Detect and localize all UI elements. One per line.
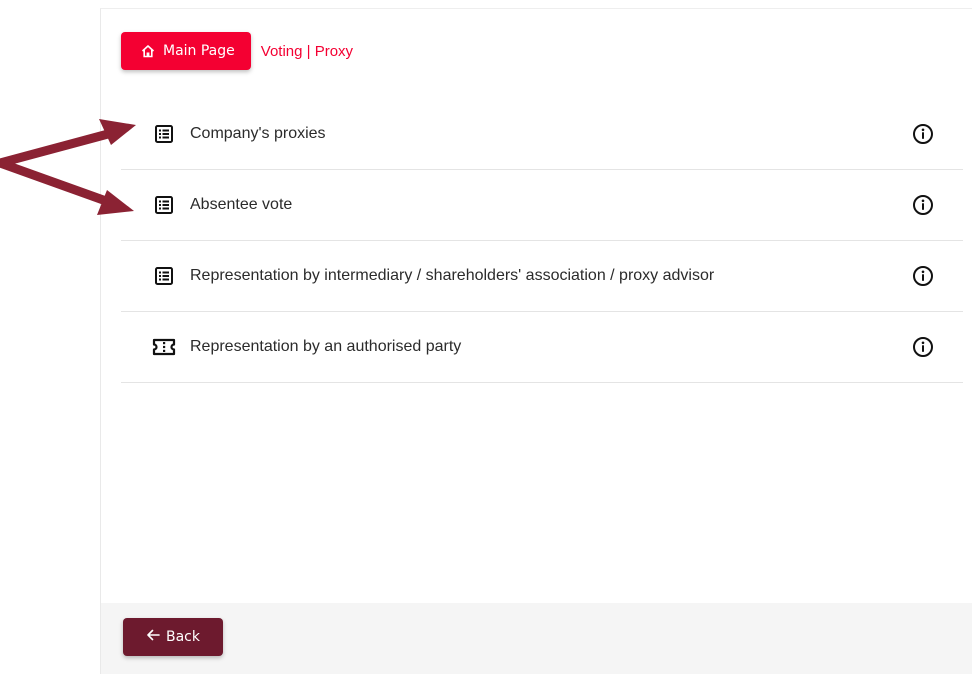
list-item-intermediary-representation[interactable]: Representation by intermediary / shareho… [121, 241, 963, 312]
list-item-label: Representation by intermediary / shareho… [190, 267, 715, 284]
list-icon [152, 193, 176, 217]
info-icon[interactable] [911, 335, 935, 359]
proxy-options-list: Company's proxies Absentee vote Represen… [121, 99, 963, 383]
info-icon[interactable] [911, 122, 935, 146]
list-item-absentee-vote[interactable]: Absentee vote [121, 170, 963, 241]
main-page-button[interactable]: Main Page [121, 32, 251, 70]
info-icon[interactable] [911, 193, 935, 217]
list-icon [152, 264, 176, 288]
home-icon [141, 44, 155, 58]
info-icon[interactable] [911, 264, 935, 288]
back-label: Back [166, 629, 200, 645]
list-item-label: Absentee vote [190, 196, 293, 213]
list-item-company-proxies[interactable]: Company's proxies [121, 99, 963, 170]
breadcrumb: Main Page Voting | Proxy [121, 32, 353, 70]
footer-bar: Back [101, 603, 972, 674]
main-page-label: Main Page [163, 43, 235, 59]
list-item-label: Company's proxies [190, 125, 326, 142]
list-icon [152, 122, 176, 146]
back-button[interactable]: Back [123, 618, 223, 656]
ticket-icon [152, 335, 176, 359]
breadcrumb-current: Voting | Proxy [260, 42, 354, 60]
list-item-authorised-party[interactable]: Representation by an authorised party [121, 312, 963, 383]
content-panel: Main Page Voting | Proxy Company's proxi… [100, 8, 972, 674]
arrow-left-icon [146, 628, 160, 646]
list-item-label: Representation by an authorised party [190, 338, 462, 355]
